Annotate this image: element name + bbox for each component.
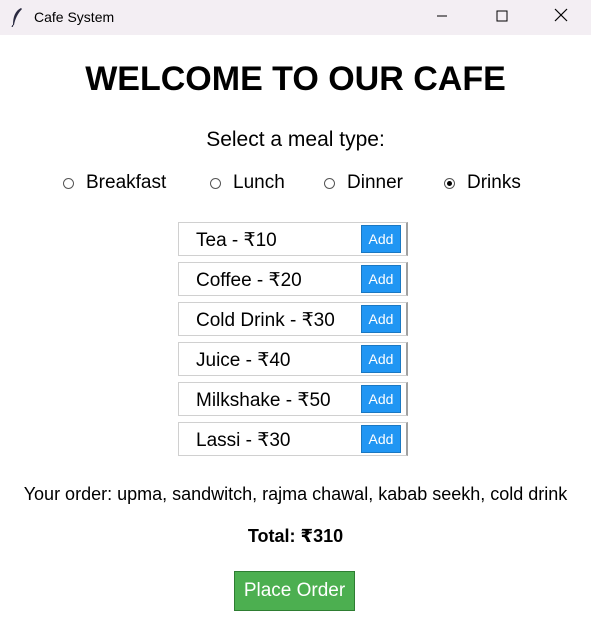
place-order-button[interactable]: Place Order [234,571,355,611]
add-tea-button[interactable]: Add [361,225,401,253]
order-summary: Your order: upma, sandwitch, rajma chawa… [23,484,568,504]
add-lassi-button[interactable]: Add [361,425,401,453]
cafe-window: Cafe System WELCOME TO OUR CAFE Select a… [0,0,591,621]
menu-item-lassi: Lassi - ₹30 Add [178,422,408,456]
close-icon [554,8,568,27]
radio-dinner[interactable]: Dinner [324,171,403,195]
item-label: Lassi - ₹30 [196,430,291,451]
maximize-button[interactable] [479,0,525,35]
radio-lunch[interactable]: Lunch [210,171,285,195]
item-label: Juice - ₹40 [196,350,291,371]
close-button[interactable] [538,0,584,35]
menu-item-juice: Juice - ₹40 Add [178,342,408,376]
page-title: WELCOME TO OUR CAFE [85,60,506,98]
feather-app-icon [10,7,24,28]
order-total: Total: ₹310 [247,526,344,546]
radio-breakfast[interactable]: Breakfast [63,171,166,195]
radio-indicator-selected [444,177,455,189]
add-cold-drink-button[interactable]: Add [361,305,401,333]
radio-label: Drinks [467,172,521,193]
item-label: Milkshake - ₹50 [196,390,331,411]
radio-drinks[interactable]: Drinks [444,171,521,195]
item-label: Tea - ₹10 [196,230,277,251]
radio-indicator [210,177,221,189]
radio-label: Dinner [347,172,403,193]
radio-label: Lunch [233,172,285,193]
meal-type-prompt: Select a meal type: [206,128,385,151]
add-coffee-button[interactable]: Add [361,265,401,293]
menu-item-cold-drink: Cold Drink - ₹30 Add [178,302,408,336]
menu-item-tea: Tea - ₹10 Add [178,222,408,256]
add-milkshake-button[interactable]: Add [361,385,401,413]
minimize-icon [436,9,448,27]
radio-indicator [63,177,74,189]
item-label: Coffee - ₹20 [196,270,302,291]
item-label: Cold Drink - ₹30 [196,310,335,331]
title-bar: Cafe System [0,0,591,35]
radio-label: Breakfast [86,172,167,193]
window-title: Cafe System [34,9,115,25]
minimize-button[interactable] [419,0,465,35]
add-juice-button[interactable]: Add [361,345,401,373]
maximize-icon [496,9,508,27]
menu-item-coffee: Coffee - ₹20 Add [178,262,408,296]
menu-item-milkshake: Milkshake - ₹50 Add [178,382,408,416]
radio-indicator [324,177,335,189]
